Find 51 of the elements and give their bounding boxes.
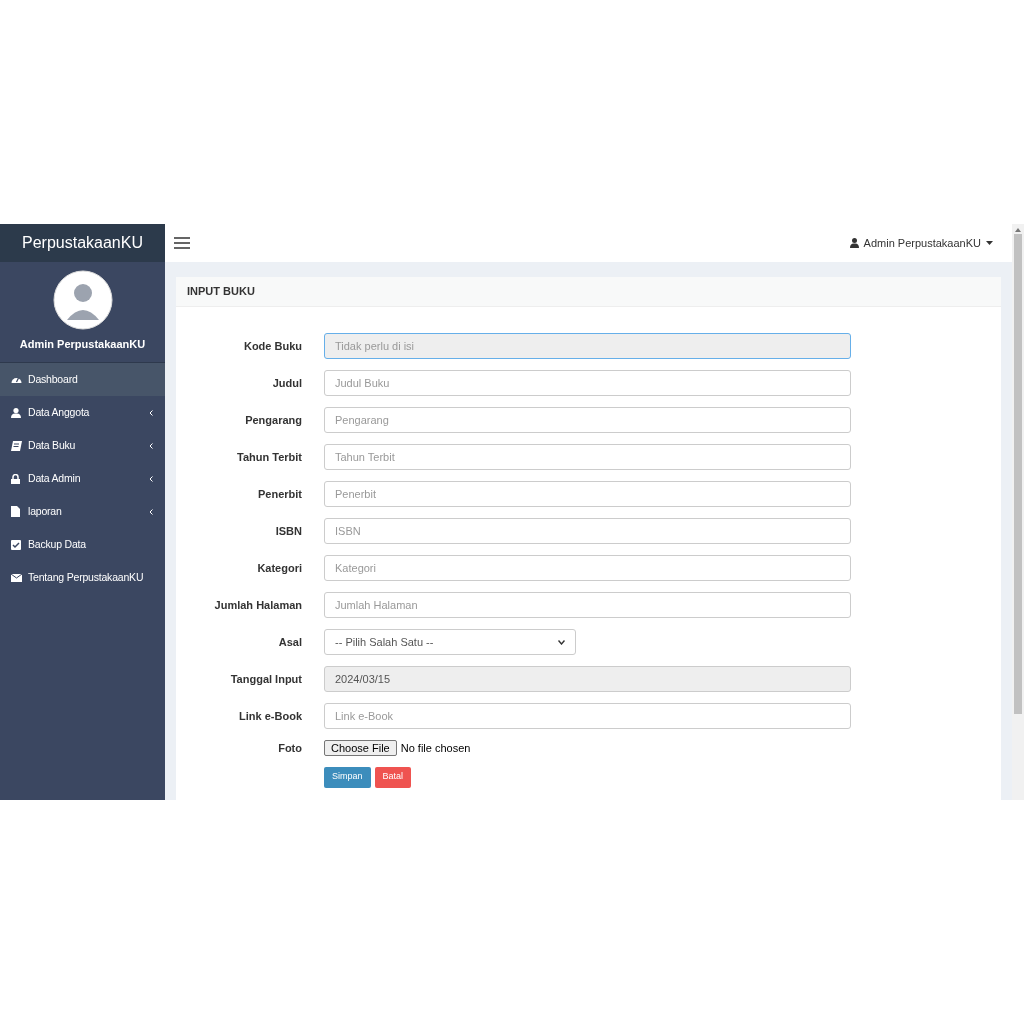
envelope-icon bbox=[11, 573, 22, 582]
chevron-down-icon bbox=[558, 639, 565, 645]
field-label: Pengarang bbox=[244, 412, 302, 428]
input-field[interactable]: Kategori bbox=[324, 555, 851, 581]
input-field[interactable]: ISBN bbox=[324, 518, 851, 544]
book-icon bbox=[11, 440, 22, 451]
user-icon bbox=[11, 407, 21, 418]
user-name: Admin PerpustakaanKU bbox=[19, 337, 146, 352]
field-label: Judul bbox=[271, 375, 302, 391]
input-field[interactable]: Jumlah Halaman bbox=[324, 592, 851, 618]
sidebar-item[interactable]: Data Buku bbox=[0, 429, 165, 462]
sidebar-item[interactable]: Data Anggota bbox=[0, 396, 165, 429]
input-field[interactable]: Judul Buku bbox=[324, 370, 851, 396]
input-field[interactable]: Tidak perlu di isi bbox=[324, 333, 851, 359]
input-field[interactable]: Pengarang bbox=[324, 407, 851, 433]
sidebar-item[interactable]: Data Admin bbox=[0, 462, 165, 495]
field-label: Tahun Terbit bbox=[236, 449, 302, 465]
field-label: Link e-Book bbox=[238, 708, 302, 724]
menu-icon[interactable] bbox=[174, 237, 190, 249]
field-label: Asal bbox=[277, 634, 302, 650]
file-status: No file chosen bbox=[400, 741, 471, 756]
user-menu[interactable]: Admin PerpustakaanKU bbox=[849, 234, 993, 252]
field-label: Foto bbox=[277, 741, 302, 756]
choose-file-button[interactable]: Choose File bbox=[324, 740, 397, 757]
lock-icon bbox=[11, 473, 20, 484]
caret-icon bbox=[986, 241, 993, 245]
brand-title[interactable]: PerpustakaanKU bbox=[22, 231, 143, 255]
user-icon bbox=[849, 238, 859, 248]
checkbox-icon bbox=[11, 539, 21, 550]
input-field[interactable]: Penerbit bbox=[324, 481, 851, 507]
field-label: Kategori bbox=[256, 560, 302, 576]
sidebar-item[interactable]: Tentang PerpustakaanKU bbox=[0, 561, 165, 594]
field-label: Penerbit bbox=[257, 486, 302, 502]
file-icon bbox=[11, 506, 20, 517]
field-label: Jumlah Halaman bbox=[213, 597, 302, 613]
scroll-up-icon[interactable] bbox=[1015, 228, 1021, 232]
sidebar-item[interactable]: Backup Data bbox=[0, 528, 165, 561]
sidebar-item[interactable]: laporan bbox=[0, 495, 165, 528]
field-label: ISBN bbox=[274, 523, 302, 539]
form-button[interactable]: Simpan bbox=[324, 766, 371, 788]
gauge-icon bbox=[11, 375, 22, 384]
avatar-icon bbox=[52, 270, 113, 330]
select-dropdown[interactable]: -- Pilih Salah Satu -- bbox=[324, 629, 576, 655]
input-field[interactable]: Tahun Terbit bbox=[324, 444, 851, 470]
scrollbar[interactable] bbox=[1012, 224, 1024, 800]
input-field[interactable]: Link e-Book bbox=[324, 703, 851, 729]
field-label: Tanggal Input bbox=[229, 671, 302, 687]
card-title: INPUT BUKU bbox=[187, 284, 255, 300]
input-field[interactable]: 2024/03/15 bbox=[324, 666, 851, 692]
sidebar-item[interactable]: Dashboard bbox=[0, 363, 165, 396]
field-label: Kode Buku bbox=[242, 338, 302, 354]
